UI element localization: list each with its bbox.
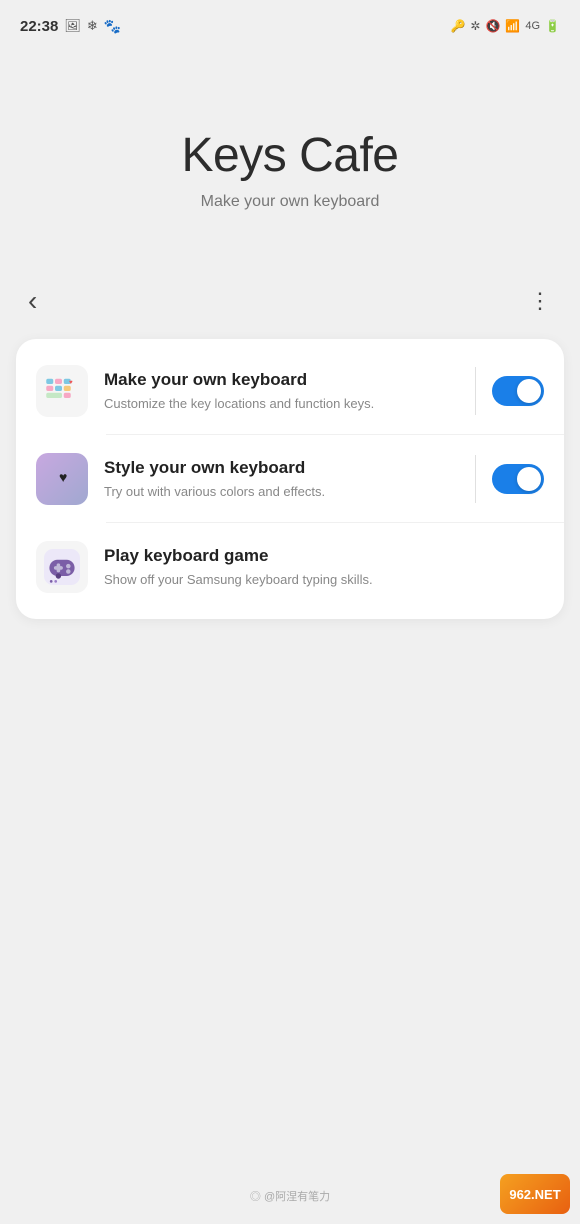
battery-status-icon: 🔋 bbox=[545, 19, 560, 33]
style-keyboard-item[interactable]: 🎨 ♥ Style your own keyboard Try out with… bbox=[16, 435, 564, 523]
svg-text:♥: ♥ bbox=[69, 379, 73, 386]
more-options-button[interactable]: ⋮ bbox=[521, 282, 560, 320]
play-game-content: Play keyboard game Show off your Samsung… bbox=[104, 545, 544, 589]
hero-section: Keys Cafe Make your own keyboard bbox=[0, 48, 580, 271]
make-keyboard-item[interactable]: ♥ Make your own keyboard Customize the k… bbox=[16, 347, 564, 435]
style-keyboard-content: Style your own keyboard Try out with var… bbox=[104, 457, 459, 501]
style-keyboard-title: Style your own keyboard bbox=[104, 457, 459, 479]
wechat-status-icon: 🐾 bbox=[104, 18, 121, 35]
style-keyboard-toggle-thumb bbox=[517, 467, 541, 491]
make-keyboard-desc: Customize the key locations and function… bbox=[104, 395, 459, 413]
mute-status-icon: 🔇 bbox=[485, 19, 500, 33]
style-keyboard-toggle-track bbox=[492, 464, 544, 494]
make-keyboard-toggle[interactable] bbox=[492, 376, 544, 406]
status-time: 22:38 bbox=[20, 18, 58, 35]
make-keyboard-toggle-thumb bbox=[517, 379, 541, 403]
style-keyboard-divider bbox=[475, 455, 476, 503]
signal-status-icon: 4G bbox=[525, 20, 540, 32]
nav-bar: ‹ ⋮ bbox=[0, 271, 580, 339]
status-bar: 22:38 🖼 ❄ 🐾 🔑 ✲ 🔇 📶 4G 🔋 bbox=[0, 0, 580, 48]
play-game-item[interactable]: Play keyboard game Show off your Samsung… bbox=[16, 523, 564, 611]
back-button[interactable]: ‹ bbox=[20, 279, 45, 323]
status-right: 🔑 ✲ 🔇 📶 4G 🔋 bbox=[450, 19, 560, 33]
key-status-icon: 🔑 bbox=[450, 19, 465, 33]
feature-card: ♥ Make your own keyboard Customize the k… bbox=[16, 339, 564, 619]
watermark: ◎ @阿涅有笔力 bbox=[250, 1188, 330, 1204]
play-game-icon bbox=[36, 541, 88, 593]
svg-text:♥: ♥ bbox=[59, 469, 67, 485]
make-keyboard-title: Make your own keyboard bbox=[104, 369, 459, 391]
app-title: Keys Cafe bbox=[182, 128, 399, 183]
snowflake-status-icon: ❄ bbox=[87, 18, 98, 34]
site-badge: 962.NET bbox=[500, 1174, 570, 1214]
make-keyboard-divider bbox=[475, 367, 476, 415]
app-subtitle: Make your own keyboard bbox=[201, 193, 380, 211]
style-keyboard-icon: 🎨 ♥ bbox=[36, 453, 88, 505]
style-keyboard-toggle[interactable] bbox=[492, 464, 544, 494]
play-game-title: Play keyboard game bbox=[104, 545, 544, 567]
status-left: 22:38 🖼 ❄ 🐾 bbox=[20, 18, 121, 35]
bluetooth-status-icon: ✲ bbox=[470, 19, 480, 33]
style-keyboard-desc: Try out with various colors and effects. bbox=[104, 483, 459, 501]
wifi-status-icon: 📶 bbox=[505, 19, 520, 33]
make-keyboard-toggle-track bbox=[492, 376, 544, 406]
play-game-desc: Show off your Samsung keyboard typing sk… bbox=[104, 571, 544, 589]
image-status-icon: 🖼 bbox=[64, 18, 81, 34]
make-keyboard-icon: ♥ bbox=[36, 365, 88, 417]
make-keyboard-content: Make your own keyboard Customize the key… bbox=[104, 369, 459, 413]
